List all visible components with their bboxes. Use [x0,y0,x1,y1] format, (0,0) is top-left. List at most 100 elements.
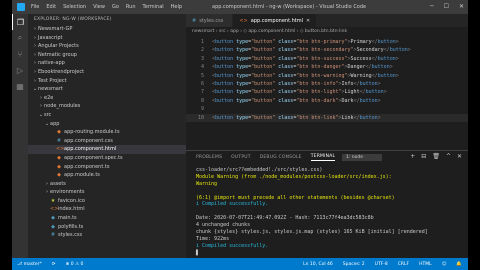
code-token: class [278,114,294,121]
git-branch-status[interactable]: ⎇ master* [17,262,42,267]
indentation-status[interactable]: Spaces: 2 [343,262,365,267]
code-editor[interactable]: 1 <button type="button" class="btn btn-pr… [186,38,468,148]
code-token: button [254,47,273,54]
code-line[interactable]: 6 <button type="button" class="btn btn-in… [186,80,468,88]
tree-folder[interactable]: ⌄ app [28,120,186,129]
close-tab-icon[interactable]: ✕ [306,18,310,24]
editor-tab[interactable]: <> app.component.html ✕ [233,14,318,27]
panel-tab-problems[interactable]: PROBLEMS [196,155,222,160]
tree-file[interactable]: ◆ app.component.spec.ts [28,154,186,163]
tree-folder[interactable]: › environments [28,188,186,197]
tree-file[interactable]: ◆ app.component.ts [28,163,186,172]
code-line[interactable]: 9 [186,105,468,113]
code-line[interactable]: 2 <button type="button" class="btn btn-se… [186,46,468,54]
tree-folder[interactable]: › native-app [28,59,186,68]
new-terminal-icon[interactable]: + [410,153,415,160]
close-icon[interactable]: ✕ [459,3,464,10]
menu-item-go[interactable]: Go [112,4,119,10]
code-token: type [236,114,249,121]
tree-folder[interactable]: ⌄ src [28,111,186,120]
code-line[interactable]: 3 <button type="button" class="btn btn-su… [186,55,468,63]
status-right: Ln 10, Col 46 Spaces: 2 UTF-8 CRLF HTML … [303,258,462,270]
tree-folder[interactable]: › Angular Projects [28,42,186,51]
code-token: > [395,55,399,62]
encoding-status[interactable]: UTF-8 [375,262,388,267]
tree-folder[interactable]: › assets [28,180,186,189]
close-panel-icon[interactable]: ✕ [457,153,462,160]
code-token: > [395,72,399,79]
menu-item-selection[interactable]: Selection [63,4,86,10]
code-line[interactable]: 5 <button type="button" class="btn btn-wa… [186,72,468,80]
menu-item-edit[interactable]: Edit [46,4,56,10]
file-type-icon: ◆ [51,215,55,222]
code-text: <button type="button" class="btn btn-pri… [212,39,399,45]
extensions-icon[interactable]: ▦ [12,78,28,94]
problems-status[interactable]: ⊗ 0 ⚠ 0 [66,262,84,267]
terminal-line: 4 unchanged chunks [196,222,251,229]
menu-item-terminal[interactable]: Terminal [143,4,164,10]
tree-file[interactable]: <> index.html [28,205,186,214]
cursor-position-status[interactable]: Ln 10, Col 46 [303,262,333,267]
tree-file[interactable]: <> app.component.html [28,145,186,154]
tree-file[interactable]: ◆ app.module.ts [28,171,186,180]
editor-tab[interactable]: # styles.css [186,14,234,27]
tree-item-label: app-routing.module.ts [64,129,120,136]
menu-item-view[interactable]: View [93,4,105,10]
panel-tab-debug-console[interactable]: DEBUG CONSOLE [260,155,302,160]
file-type-icon: <> [56,146,65,153]
code-token: button [359,114,378,121]
tree-folder[interactable]: › e2e [28,94,186,103]
tree-file[interactable]: ◆ main.ts [28,214,186,223]
minimize-icon[interactable]: ─ [430,3,434,10]
notifications-icon[interactable]: 🔔 [456,262,462,267]
code-line[interactable]: 1 <button type="button" class="btn btn-pr… [186,38,468,46]
split-terminal-icon[interactable]: ⊟ [421,153,426,160]
source-control-icon[interactable]: ⑂ [12,46,28,62]
tree-file[interactable]: ◆ app-routing.module.ts [28,128,186,137]
tree-folder[interactable]: › Newsmart-GP [28,25,186,34]
trash-icon[interactable]: 🗑 [432,153,440,160]
panel-tab-output[interactable]: OUTPUT [231,155,251,160]
feedback-icon[interactable]: ☺ [442,262,447,267]
terminal-output[interactable]: css-loader/src??embedded!./src/styles.cs… [196,167,464,257]
terminal-line: i Compiled successfully. [196,242,269,249]
language-mode-status[interactable]: HTML [419,262,432,267]
tree-folder[interactable]: › node_modules [28,102,186,111]
code-line[interactable]: 4 <button type="button" class="btn btn-da… [186,63,468,71]
tree-folder[interactable]: › Ebooktrendproject [28,68,186,77]
tree-file[interactable]: # styles.css [28,231,186,240]
tree-item-label: app.component.css [64,137,113,144]
line-ending-status[interactable]: CRLF [398,262,409,267]
tree-folder[interactable]: › Javascript [28,34,186,43]
code-token: btn btn-warning [299,72,345,79]
breadcrumb[interactable]: newsmart › src › app › ◇ app.component.h… [192,28,347,36]
tree-file[interactable]: ★ favicon.ico [28,197,186,206]
tree-folder[interactable]: › Netmatic group [28,51,186,60]
menu-item-help[interactable]: Help [171,4,182,10]
code-token: btn btn-success [299,55,345,62]
tree-folder[interactable]: › Test Project [28,77,186,86]
code-line[interactable]: 7 <button type="button" class="btn btn-li… [186,88,468,96]
code-token: btn btn-light [299,89,339,96]
line-number: 2 [200,47,204,54]
tree-file[interactable]: ◆ polyfills.ts [28,223,186,232]
menu-item-file[interactable]: File [31,4,39,10]
debug-icon[interactable]: ▷ [12,62,28,78]
code-line[interactable]: 10 <button type="button" class="btn btn-l… [186,113,468,122]
menu-item-run[interactable]: Run [126,4,136,10]
tree-folder[interactable]: ⌄ newsmart [28,85,186,94]
panel-tab-terminal[interactable]: TERMINAL [310,154,336,161]
maximize-icon[interactable]: ☐ [444,3,449,10]
code-token: type [236,64,249,71]
css-file-icon: # [192,17,197,24]
search-icon[interactable]: ⌕ [12,30,28,46]
terminal-select[interactable]: 1: node [342,154,382,161]
maximize-panel-icon[interactable]: ^ [446,153,451,160]
line-number: 10 [197,114,204,121]
sync-icon[interactable]: ⟳ [52,262,56,267]
code-line[interactable]: 8 <button type="button" class="btn btn-da… [186,97,468,105]
tree-file[interactable]: # app.component.css [28,137,186,146]
editor-tab-label: styles.css [199,17,224,24]
code-token: button [254,114,273,121]
files-icon[interactable]: ❐ [12,14,28,30]
